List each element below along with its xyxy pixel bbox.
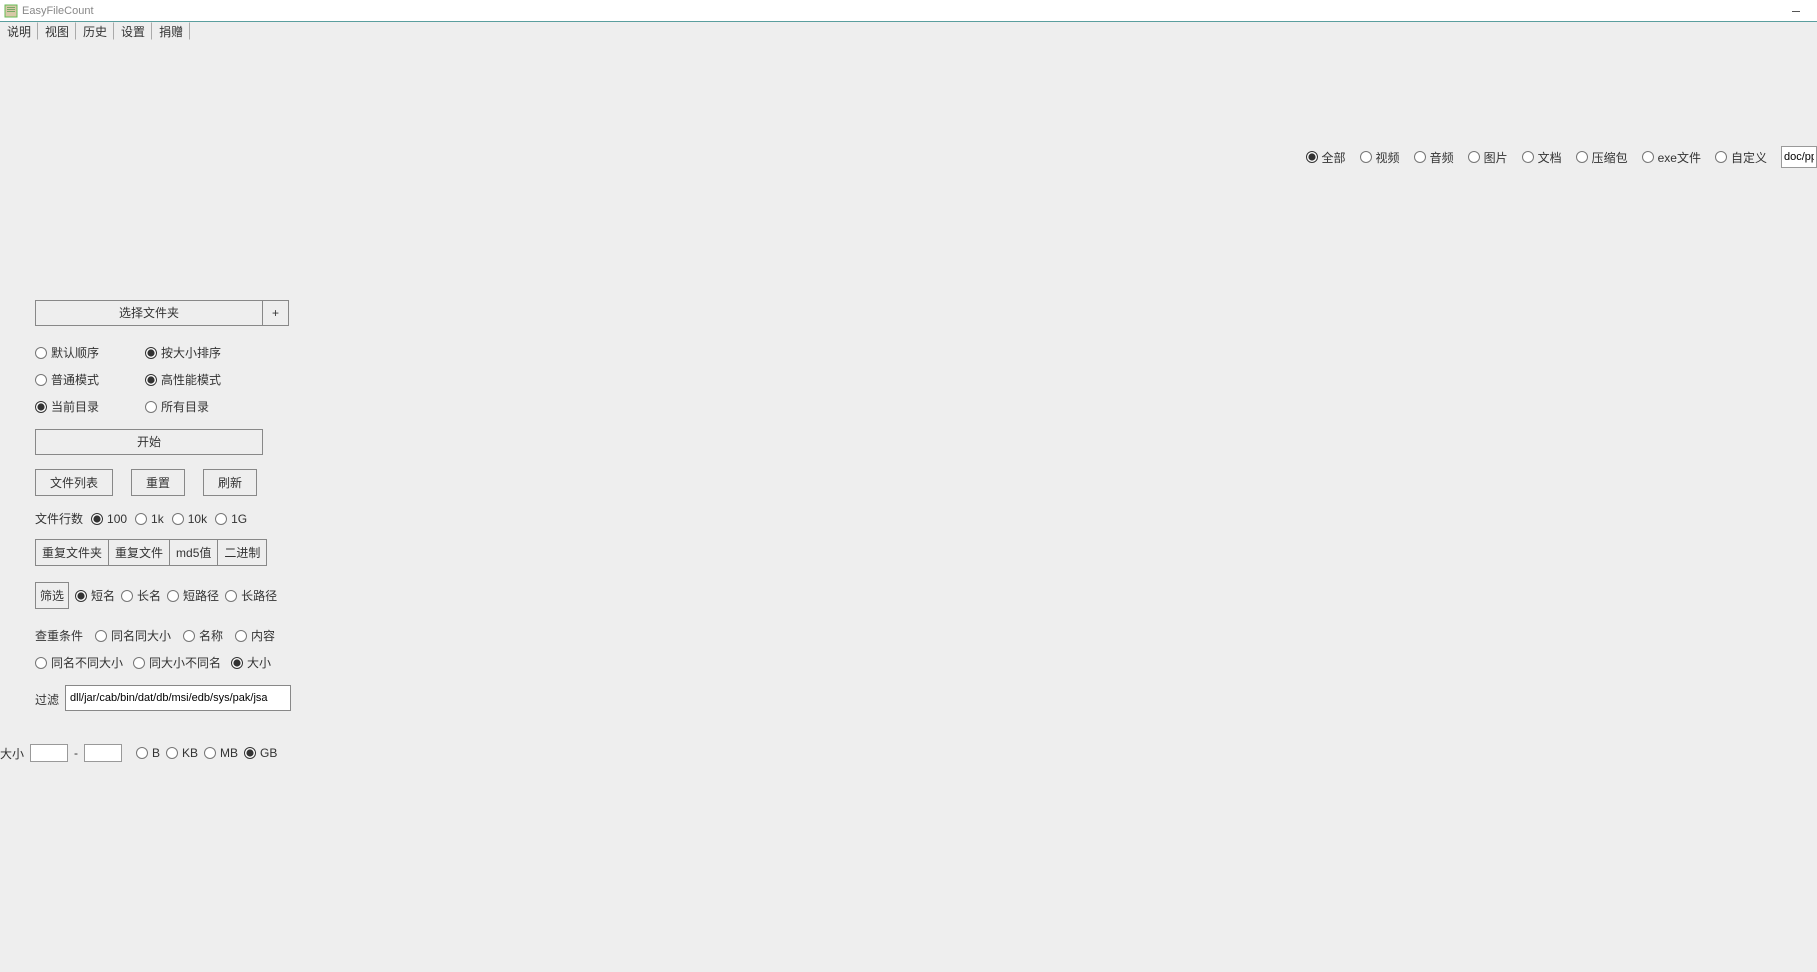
filetype-video[interactable]: 视频: [1360, 149, 1400, 166]
menu-bar: 说明 视图 历史 设置 捐赠: [0, 22, 1817, 40]
unit-gb[interactable]: GB: [244, 746, 277, 760]
dup-folder-button[interactable]: 重复文件夹: [35, 539, 109, 566]
filetype-custom[interactable]: 自定义: [1715, 149, 1767, 166]
unit-kb[interactable]: KB: [166, 746, 198, 760]
menu-view[interactable]: 视图: [38, 22, 76, 40]
size-min-input[interactable]: [30, 744, 68, 762]
mode-normal-label: 普通模式: [51, 371, 99, 388]
name-short-label: 短名: [91, 587, 115, 604]
cond-same-size-diff-name[interactable]: 同大小不同名: [133, 654, 221, 671]
rowcount-100[interactable]: 100: [91, 512, 127, 526]
exclude-filter-label: 过滤: [35, 691, 59, 708]
name-short[interactable]: 短名: [75, 587, 115, 604]
filetype-archive[interactable]: 压缩包: [1576, 149, 1628, 166]
scope-all-label: 所有目录: [161, 398, 209, 415]
mode-normal[interactable]: 普通模式: [35, 371, 145, 388]
unit-kb-label: KB: [182, 746, 198, 760]
reset-button[interactable]: 重置: [131, 469, 185, 496]
rowcount-10k[interactable]: 10k: [172, 512, 207, 526]
cond-same-name-diff-size-label: 同名不同大小: [51, 654, 123, 671]
refresh-button[interactable]: 刷新: [203, 469, 257, 496]
scope-current-label: 当前目录: [51, 398, 99, 415]
filetype-exe[interactable]: exe文件: [1642, 149, 1701, 166]
scope-all-dirs[interactable]: 所有目录: [145, 398, 255, 415]
control-panel: 选择文件夹 + 默认顺序 按大小排序 普通模式 高性能模式 当前目录 所有目录 …: [35, 300, 291, 711]
custom-ext-input[interactable]: [1781, 146, 1817, 168]
app-icon: [4, 4, 18, 18]
cond-same-name-size[interactable]: 同名同大小: [95, 627, 171, 644]
unit-gb-label: GB: [260, 746, 277, 760]
unit-b-label: B: [152, 746, 160, 760]
cond-size[interactable]: 大小: [231, 654, 271, 671]
rowcount-10k-label: 10k: [188, 512, 207, 526]
cond-same-name-size-label: 同名同大小: [111, 627, 171, 644]
dup-cond-label: 查重条件: [35, 627, 83, 644]
rowcount-1g[interactable]: 1G: [215, 512, 247, 526]
title-bar: EasyFileCount: [0, 0, 1817, 22]
exclude-filter-input[interactable]: [65, 685, 291, 711]
sort-default[interactable]: 默认顺序: [35, 344, 145, 361]
menu-history[interactable]: 历史: [76, 22, 114, 40]
filetype-audio-label: 音频: [1430, 149, 1454, 166]
menu-donate[interactable]: 捐赠: [152, 22, 190, 40]
path-short-label: 短路径: [183, 587, 219, 604]
rowcount-1g-label: 1G: [231, 512, 247, 526]
select-folder-button[interactable]: 选择文件夹: [35, 300, 263, 326]
cond-name[interactable]: 名称: [183, 627, 223, 644]
size-range-dash: -: [74, 746, 78, 760]
add-folder-button[interactable]: +: [263, 300, 289, 326]
rowcount-1k-label: 1k: [151, 512, 164, 526]
filetype-archive-label: 压缩包: [1592, 149, 1628, 166]
sort-by-size[interactable]: 按大小排序: [145, 344, 255, 361]
name-long-label: 长名: [137, 587, 161, 604]
name-long[interactable]: 长名: [121, 587, 161, 604]
rowcount-1k[interactable]: 1k: [135, 512, 164, 526]
path-short[interactable]: 短路径: [167, 587, 219, 604]
filetype-exe-label: exe文件: [1658, 149, 1701, 166]
filetype-all-label: 全部: [1322, 149, 1346, 166]
unit-mb-label: MB: [220, 746, 238, 760]
filetype-audio[interactable]: 音频: [1414, 149, 1454, 166]
size-filter-row: 大小 - B KB MB GB: [0, 744, 277, 762]
window-title: EasyFileCount: [22, 5, 94, 17]
minimize-button[interactable]: [1779, 1, 1813, 21]
path-long[interactable]: 长路径: [225, 587, 277, 604]
path-long-label: 长路径: [241, 587, 277, 604]
unit-mb[interactable]: MB: [204, 746, 238, 760]
cond-content[interactable]: 内容: [235, 627, 275, 644]
binary-button[interactable]: 二进制: [218, 539, 267, 566]
filetype-image-label: 图片: [1484, 149, 1508, 166]
filter-button[interactable]: 筛选: [35, 582, 69, 609]
cond-same-size-diff-name-label: 同大小不同名: [149, 654, 221, 671]
filetype-doc-label: 文档: [1538, 149, 1562, 166]
filetype-all[interactable]: 全部: [1306, 149, 1346, 166]
filetype-image[interactable]: 图片: [1468, 149, 1508, 166]
cond-same-name-diff-size[interactable]: 同名不同大小: [35, 654, 123, 671]
file-list-button[interactable]: 文件列表: [35, 469, 113, 496]
filetype-doc[interactable]: 文档: [1522, 149, 1562, 166]
cond-size-label: 大小: [247, 654, 271, 671]
unit-b[interactable]: B: [136, 746, 160, 760]
sort-by-size-label: 按大小排序: [161, 344, 221, 361]
sort-default-label: 默认顺序: [51, 344, 99, 361]
filetype-custom-label: 自定义: [1731, 149, 1767, 166]
size-max-input[interactable]: [84, 744, 122, 762]
menu-help[interactable]: 说明: [0, 22, 38, 40]
size-label: 大小: [0, 745, 24, 762]
md5-button[interactable]: md5值: [170, 539, 218, 566]
rowcount-100-label: 100: [107, 512, 127, 526]
filetype-video-label: 视频: [1376, 149, 1400, 166]
cond-content-label: 内容: [251, 627, 275, 644]
mode-high-perf-label: 高性能模式: [161, 371, 221, 388]
cond-name-label: 名称: [199, 627, 223, 644]
dup-file-button[interactable]: 重复文件: [109, 539, 170, 566]
scope-current-dir[interactable]: 当前目录: [35, 398, 145, 415]
row-count-label: 文件行数: [35, 510, 83, 527]
mode-high-perf[interactable]: 高性能模式: [145, 371, 255, 388]
menu-settings[interactable]: 设置: [114, 22, 152, 40]
start-button[interactable]: 开始: [35, 429, 263, 455]
filetype-filter-row: 全部 视频 音频 图片 文档 压缩包 exe文件 自定义: [1306, 146, 1817, 168]
